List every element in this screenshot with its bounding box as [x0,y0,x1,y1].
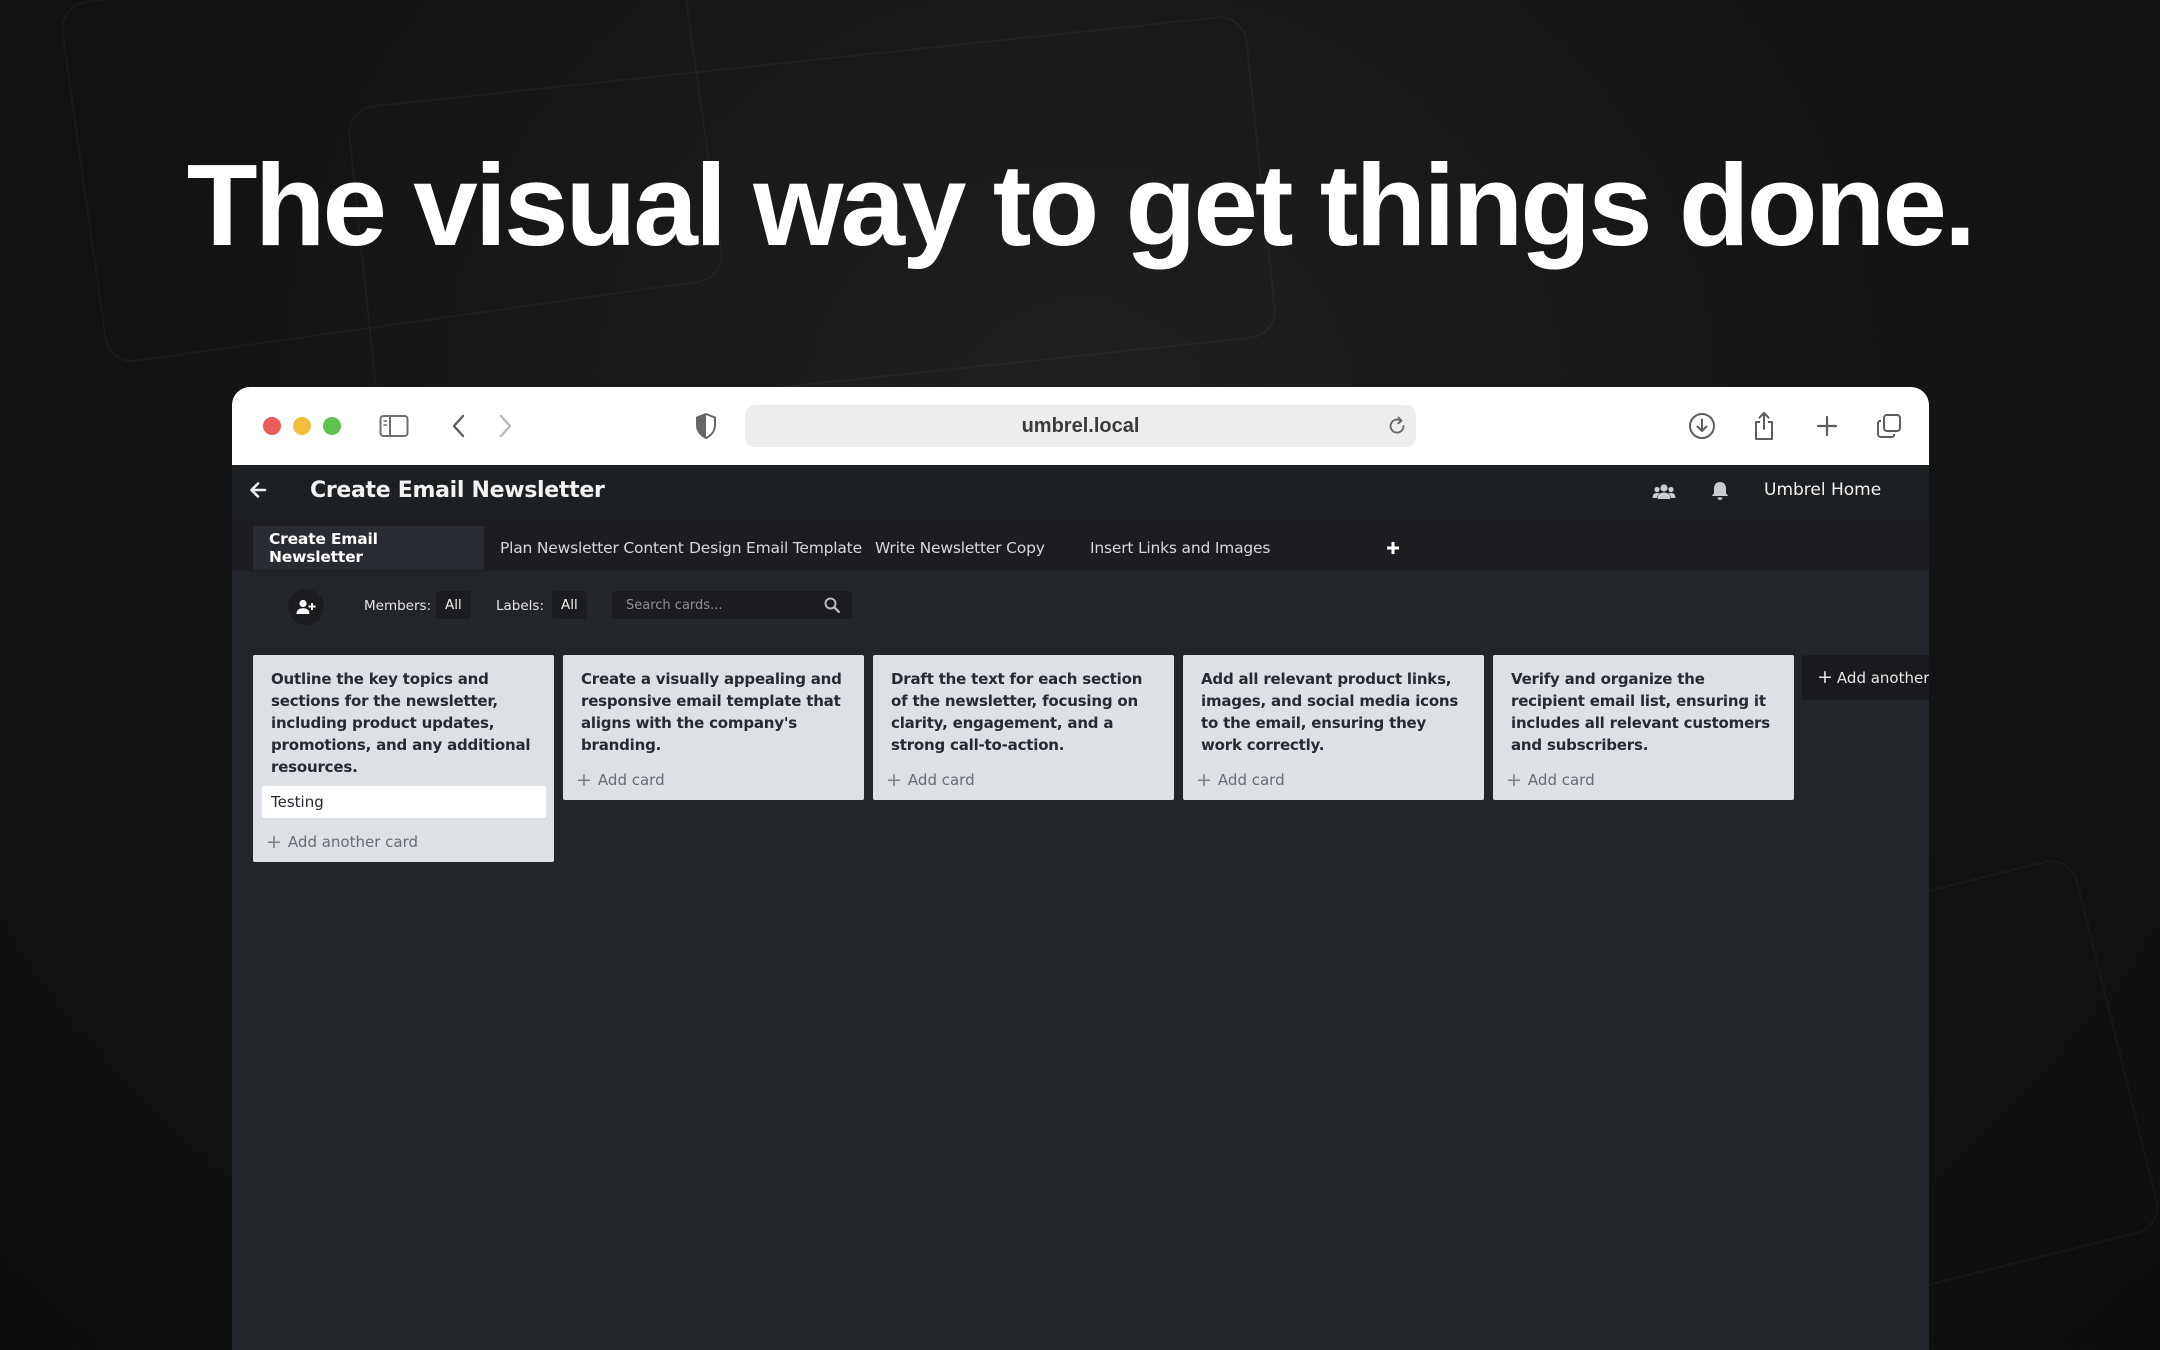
search-cards-input[interactable] [624,596,828,614]
list-title[interactable]: Verify and organize the recipient email … [1493,655,1794,756]
minimize-window-button[interactable] [293,417,311,435]
plus-icon: + [1196,768,1212,791]
labels-filter-label: Labels: [496,598,545,614]
url-text: umbrel.local [1021,414,1140,437]
plus-icon: + [886,768,902,791]
tab-design-email-template[interactable]: Design Email Template [673,526,878,570]
close-window-button[interactable] [263,417,281,435]
umbrel-home-link[interactable]: Umbrel Home [1764,480,1881,500]
add-card-label: Add card [1527,771,1595,789]
browser-window: umbrel.local Create Email Newsletter Umb… [232,387,1929,1350]
new-tab-icon[interactable] [1812,409,1842,443]
notifications-bell-icon[interactable] [1710,480,1730,507]
share-icon[interactable] [1749,409,1779,443]
list-column[interactable]: Verify and organize the recipient email … [1493,655,1794,800]
add-member-icon[interactable] [288,589,324,625]
members-filter-select[interactable]: All [436,591,471,619]
add-list-button[interactable]: + Add another [1802,655,1929,700]
search-icon[interactable] [824,597,841,618]
add-card-button[interactable]: + Add card [563,760,864,800]
board-tabs: Create Email Newsletter Plan Newsletter … [232,518,1929,571]
plus-icon: + [1506,768,1522,791]
add-card-label: Add card [597,771,665,789]
card[interactable]: Testing [262,786,546,818]
board-title: Create Email Newsletter [310,478,605,503]
add-card-button[interactable]: + Add card [1493,760,1794,800]
add-tab-plus-icon[interactable] [1370,526,1416,570]
privacy-shield-icon[interactable] [692,409,720,443]
back-icon[interactable] [446,409,470,443]
members-icon[interactable] [1652,480,1676,507]
list-title[interactable]: Outline the key topics and sections for … [253,655,554,778]
tab-insert-links-and-images[interactable]: Insert Links and Images [1074,526,1286,570]
add-card-button[interactable]: + Add card [873,760,1174,800]
add-list-label: Add another [1836,668,1929,687]
list-title[interactable]: Create a visually appealing and responsi… [563,655,864,756]
hero-headline: The visual way to get things done. [186,140,1976,270]
add-card-button[interactable]: + Add another card [253,822,554,862]
plus-icon: + [1817,666,1833,688]
tab-overview-icon[interactable] [1874,409,1904,443]
plus-icon: + [266,830,282,853]
forward-icon[interactable] [494,409,518,443]
list-column[interactable]: Add all relevant product links, images, … [1183,655,1484,800]
members-filter-label: Members: [364,598,432,614]
downloads-icon[interactable] [1687,409,1717,443]
add-card-button[interactable]: + Add card [1183,760,1484,800]
address-bar[interactable]: umbrel.local [745,405,1416,447]
app-header: Create Email Newsletter Umbrel Home [232,465,1929,518]
tab-create-email-newsletter[interactable]: Create Email Newsletter [253,526,484,570]
plus-icon: + [576,768,592,791]
tab-plan-newsletter-content[interactable]: Plan Newsletter Content [484,526,700,570]
list-column[interactable]: Create a visually appealing and responsi… [563,655,864,800]
back-arrow-icon[interactable] [248,479,268,506]
browser-toolbar: umbrel.local [232,387,1929,465]
add-card-label: Add card [907,771,975,789]
add-card-label: Add another card [287,833,419,851]
labels-filter-select[interactable]: All [552,591,587,619]
reload-icon[interactable] [1386,415,1408,443]
sidebar-toggle-icon[interactable] [377,409,411,443]
list-title[interactable]: Draft the text for each section of the n… [873,655,1174,756]
tab-write-newsletter-copy[interactable]: Write Newsletter Copy [859,526,1061,570]
list-column[interactable]: Draft the text for each section of the n… [873,655,1174,800]
list-title[interactable]: Add all relevant product links, images, … [1183,655,1484,756]
add-card-label: Add card [1217,771,1285,789]
zoom-window-button[interactable] [323,417,341,435]
search-cards-field [612,591,852,619]
list-column[interactable]: Outline the key topics and sections for … [253,655,554,862]
filter-bar: Members: All Labels: All [232,571,1929,643]
